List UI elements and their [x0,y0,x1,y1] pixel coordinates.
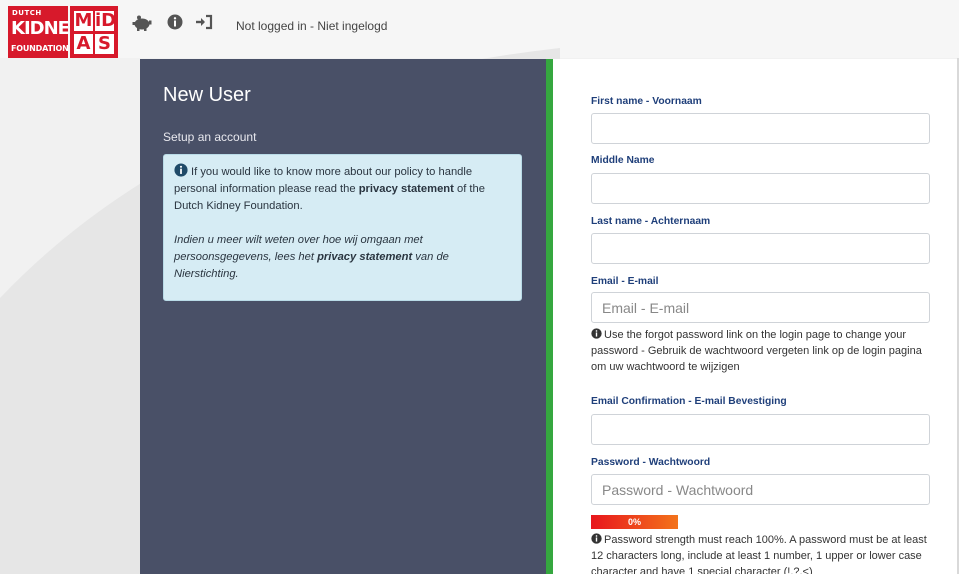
info-icon [174,163,188,177]
registration-form: First name - Voornaam Middle Name Last n… [553,59,959,574]
accent-divider [546,59,553,574]
email-confirmation-label: Email Confirmation - E-mail Bevestiging [591,396,787,407]
middle-name-input[interactable] [591,173,930,204]
info-icon[interactable] [167,14,185,32]
last-name-label: Last name - Achternaam [591,216,711,227]
password-strength-meter: 0% [591,515,678,529]
login-status: Not logged in - Niet ingelogd [236,19,388,33]
password-input[interactable] [591,474,930,505]
page-subtitle: Setup an account [163,130,257,144]
first-name-input[interactable] [591,113,930,144]
privacy-statement-link-nl[interactable]: privacy statement [317,251,412,263]
intro-panel: New User Setup an account If you would l… [140,59,546,574]
piggy-bank-icon[interactable] [132,14,152,32]
privacy-text-dutch: Indien u meer wilt weten over hoe wij om… [174,234,449,280]
password-help-text: Password strength must reach 100%. A pas… [591,533,927,574]
email-confirmation-input[interactable] [591,414,930,445]
password-label: Password - Wachtwoord [591,457,711,468]
first-name-label: First name - Voornaam [591,96,702,107]
privacy-text-english: If you would like to know more about our… [174,163,511,215]
page-title: New User [163,84,251,106]
email-label: Email - E-mail [591,276,659,287]
privacy-info-box: If you would like to know more about our… [163,154,522,301]
info-icon [591,328,602,339]
email-input[interactable] [591,292,930,323]
email-help-text: Use the forgot password link on the logi… [591,328,922,373]
privacy-statement-link[interactable]: privacy statement [359,183,454,195]
last-name-input[interactable] [591,233,930,264]
middle-name-label: Middle Name [591,155,655,166]
login-icon[interactable] [195,14,213,32]
info-icon [591,533,602,544]
